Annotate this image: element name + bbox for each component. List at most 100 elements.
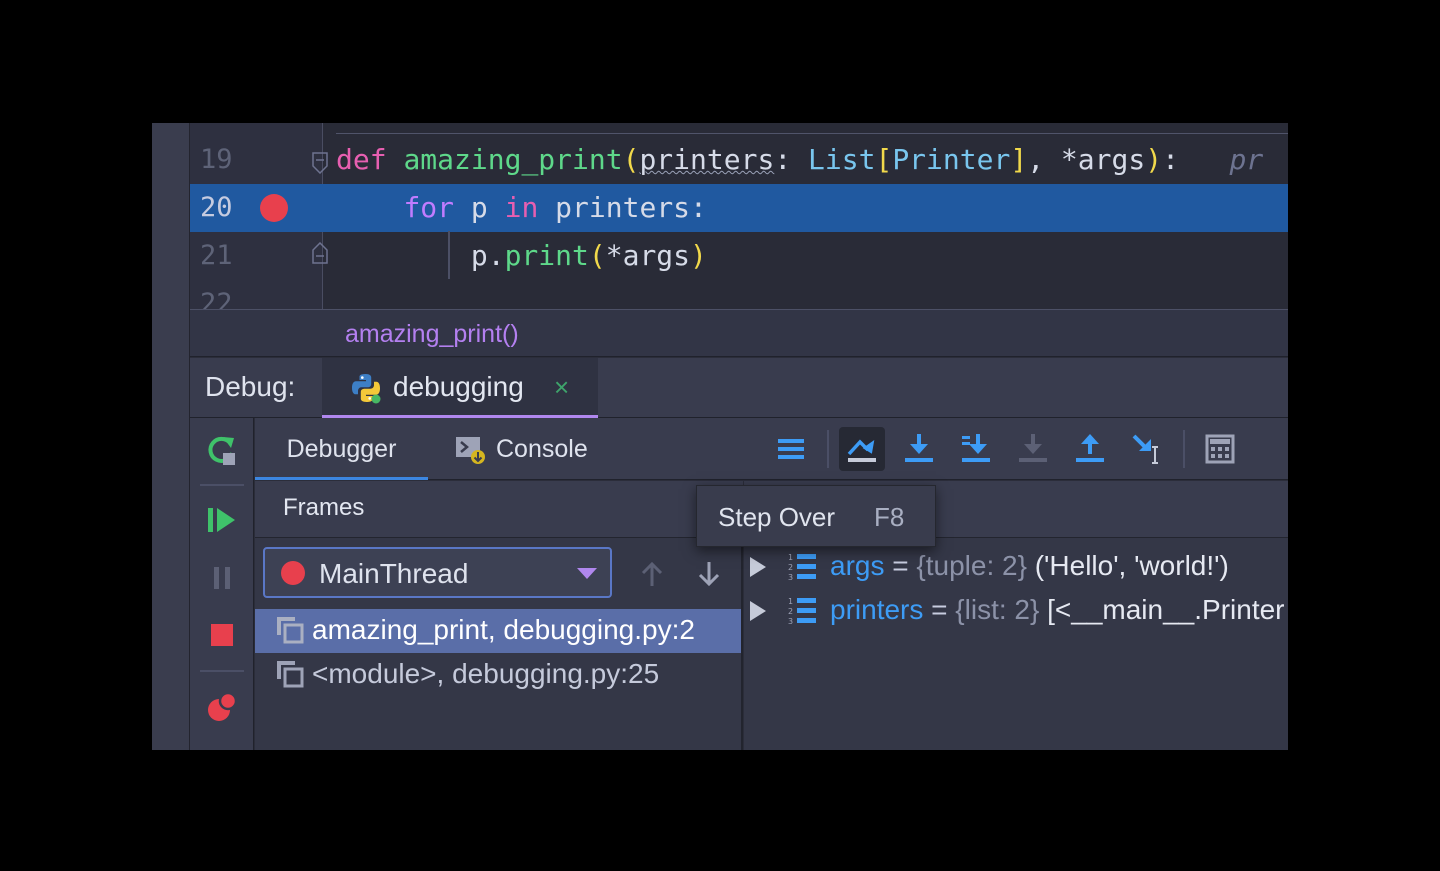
- variable-type: {tuple: 2}: [916, 550, 1027, 581]
- variable-row[interactable]: 1 2 3 printers = {list: 2} [<__main__.Pr…: [744, 589, 1288, 633]
- breadcrumb[interactable]: amazing_print(): [190, 309, 1288, 357]
- variable-value: [<__main__.Printer: [1039, 594, 1285, 625]
- expand-arrow-icon[interactable]: [750, 557, 766, 577]
- frames-panel: Frames MainThread amazing_print, debuggi…: [255, 481, 743, 750]
- code-line-21[interactable]: 21 p.print(*args): [190, 232, 1288, 280]
- code-line-22[interactable]: 22: [190, 280, 1288, 309]
- close-icon[interactable]: ×: [554, 372, 569, 403]
- fold-icon[interactable]: [312, 152, 328, 174]
- breadcrumb-function[interactable]: amazing_print(): [345, 320, 519, 349]
- thread-name: MainThread: [319, 558, 469, 589]
- code-text: def amazing_print(printers: List[Printer…: [336, 136, 1263, 184]
- rerun-icon[interactable]: [206, 434, 238, 466]
- thread-status-icon: [281, 561, 305, 585]
- frames-header: Frames: [255, 481, 743, 538]
- evaluate-expression-button[interactable]: [1197, 427, 1243, 471]
- code-line-20-current[interactable]: 20 for p in printers:: [190, 184, 1288, 232]
- expand-arrow-icon[interactable]: [750, 601, 766, 621]
- code-token: [: [875, 143, 893, 176]
- force-step-into-button[interactable]: [1010, 427, 1056, 471]
- svg-text:2: 2: [788, 607, 793, 616]
- previous-frame-arrow-icon[interactable]: [637, 559, 667, 589]
- run-to-cursor-icon: [1132, 434, 1158, 464]
- step-out-button[interactable]: [1067, 427, 1113, 471]
- code-text: for p in printers:: [336, 184, 707, 232]
- variable-name: printers: [830, 594, 924, 625]
- code-token: Printer: [892, 143, 1011, 176]
- step-into-icon: [905, 434, 933, 462]
- code-token: (: [622, 143, 640, 176]
- frame-label: amazing_print, debugging.py:2: [312, 614, 695, 645]
- calculator-icon: [1205, 434, 1235, 464]
- tab-label: Debugger: [286, 435, 397, 463]
- variable-equals: =: [923, 594, 956, 625]
- code-token: :: [1162, 143, 1230, 176]
- code-text: p.print(*args): [336, 232, 707, 280]
- stack-frame-icon: [277, 617, 304, 644]
- threads-view-button[interactable]: [768, 427, 814, 471]
- frame-row-selected[interactable]: amazing_print, debugging.py:2: [255, 609, 741, 653]
- code-token: ): [690, 239, 707, 272]
- svg-text:3: 3: [788, 573, 793, 582]
- code-line-19[interactable]: 19 def amazing_print(printers: List[Prin…: [190, 136, 1288, 184]
- console-icon: [456, 437, 485, 464]
- variable-equals: =: [884, 550, 917, 581]
- variable-name: args: [830, 550, 885, 581]
- code-editor[interactable]: 19 def amazing_print(printers: List[Prin…: [190, 123, 1288, 309]
- python-icon: [352, 374, 381, 404]
- breakpoint-icon[interactable]: [260, 194, 288, 222]
- line-number: 21: [200, 240, 233, 271]
- step-into-button[interactable]: [896, 427, 942, 471]
- step-over-tooltip: Step Over F8: [696, 485, 936, 547]
- code-token: p: [454, 191, 505, 224]
- code-token: amazing_print: [403, 143, 623, 176]
- code-token: *args: [605, 239, 691, 272]
- line-number: 20: [200, 192, 233, 223]
- line-number: 19: [200, 144, 233, 175]
- variable-value: ('Hello', 'world!'): [1026, 550, 1229, 581]
- next-frame-arrow-icon[interactable]: [694, 559, 724, 589]
- run-to-cursor-button[interactable]: [1124, 427, 1170, 471]
- step-into-my-code-icon: [962, 434, 990, 462]
- code-token: ): [1145, 143, 1163, 176]
- line-number: 22: [200, 288, 233, 309]
- separator: [200, 484, 244, 486]
- tab-label: Console: [496, 435, 588, 463]
- code-token: (: [588, 239, 606, 272]
- ide-window: 19 def amazing_print(printers: List[Prin…: [152, 123, 1288, 750]
- debug-session-tab[interactable]: debugging ×: [322, 358, 598, 418]
- fold-end-icon[interactable]: [312, 242, 328, 264]
- frame-row[interactable]: <module>, debugging.py:25: [255, 653, 741, 697]
- code-token: print: [504, 239, 589, 272]
- code-token: for: [403, 191, 455, 224]
- code-token: printers:: [538, 191, 707, 224]
- svg-text:3: 3: [788, 617, 793, 626]
- svg-text:1: 1: [788, 553, 793, 562]
- tab-debugger[interactable]: Debugger: [255, 418, 428, 480]
- thread-selector[interactable]: MainThread: [263, 547, 612, 598]
- code-token: in: [504, 191, 539, 224]
- stop-icon[interactable]: [206, 619, 238, 651]
- view-breakpoints-icon[interactable]: [206, 691, 238, 723]
- force-step-into-icon: [1019, 434, 1047, 462]
- svg-text:1: 1: [788, 597, 793, 606]
- code-token: List: [808, 143, 876, 176]
- variable-row[interactable]: 1 2 3 args = {tuple: 2} ('Hello', 'world…: [744, 545, 1288, 589]
- step-out-icon: [1076, 434, 1104, 462]
- pause-icon[interactable]: [206, 562, 238, 594]
- tab-console[interactable]: Console: [455, 418, 615, 480]
- toolbar-separator: [1183, 430, 1185, 468]
- code-token: pr: [1229, 143, 1264, 176]
- debug-label: Debug:: [205, 371, 296, 402]
- step-into-my-code-button[interactable]: [953, 427, 999, 471]
- svg-text:2: 2: [788, 563, 793, 572]
- step-over-icon: [847, 439, 876, 462]
- indent-guide: [448, 231, 450, 279]
- variable-text: args = {tuple: 2} ('Hello', 'world!'): [830, 550, 1229, 582]
- resume-icon[interactable]: [206, 504, 238, 536]
- step-over-button[interactable]: [839, 427, 885, 471]
- debug-session-name: debugging: [393, 371, 524, 402]
- frames-title: Frames: [283, 494, 365, 521]
- debug-actions-strip: [190, 418, 254, 750]
